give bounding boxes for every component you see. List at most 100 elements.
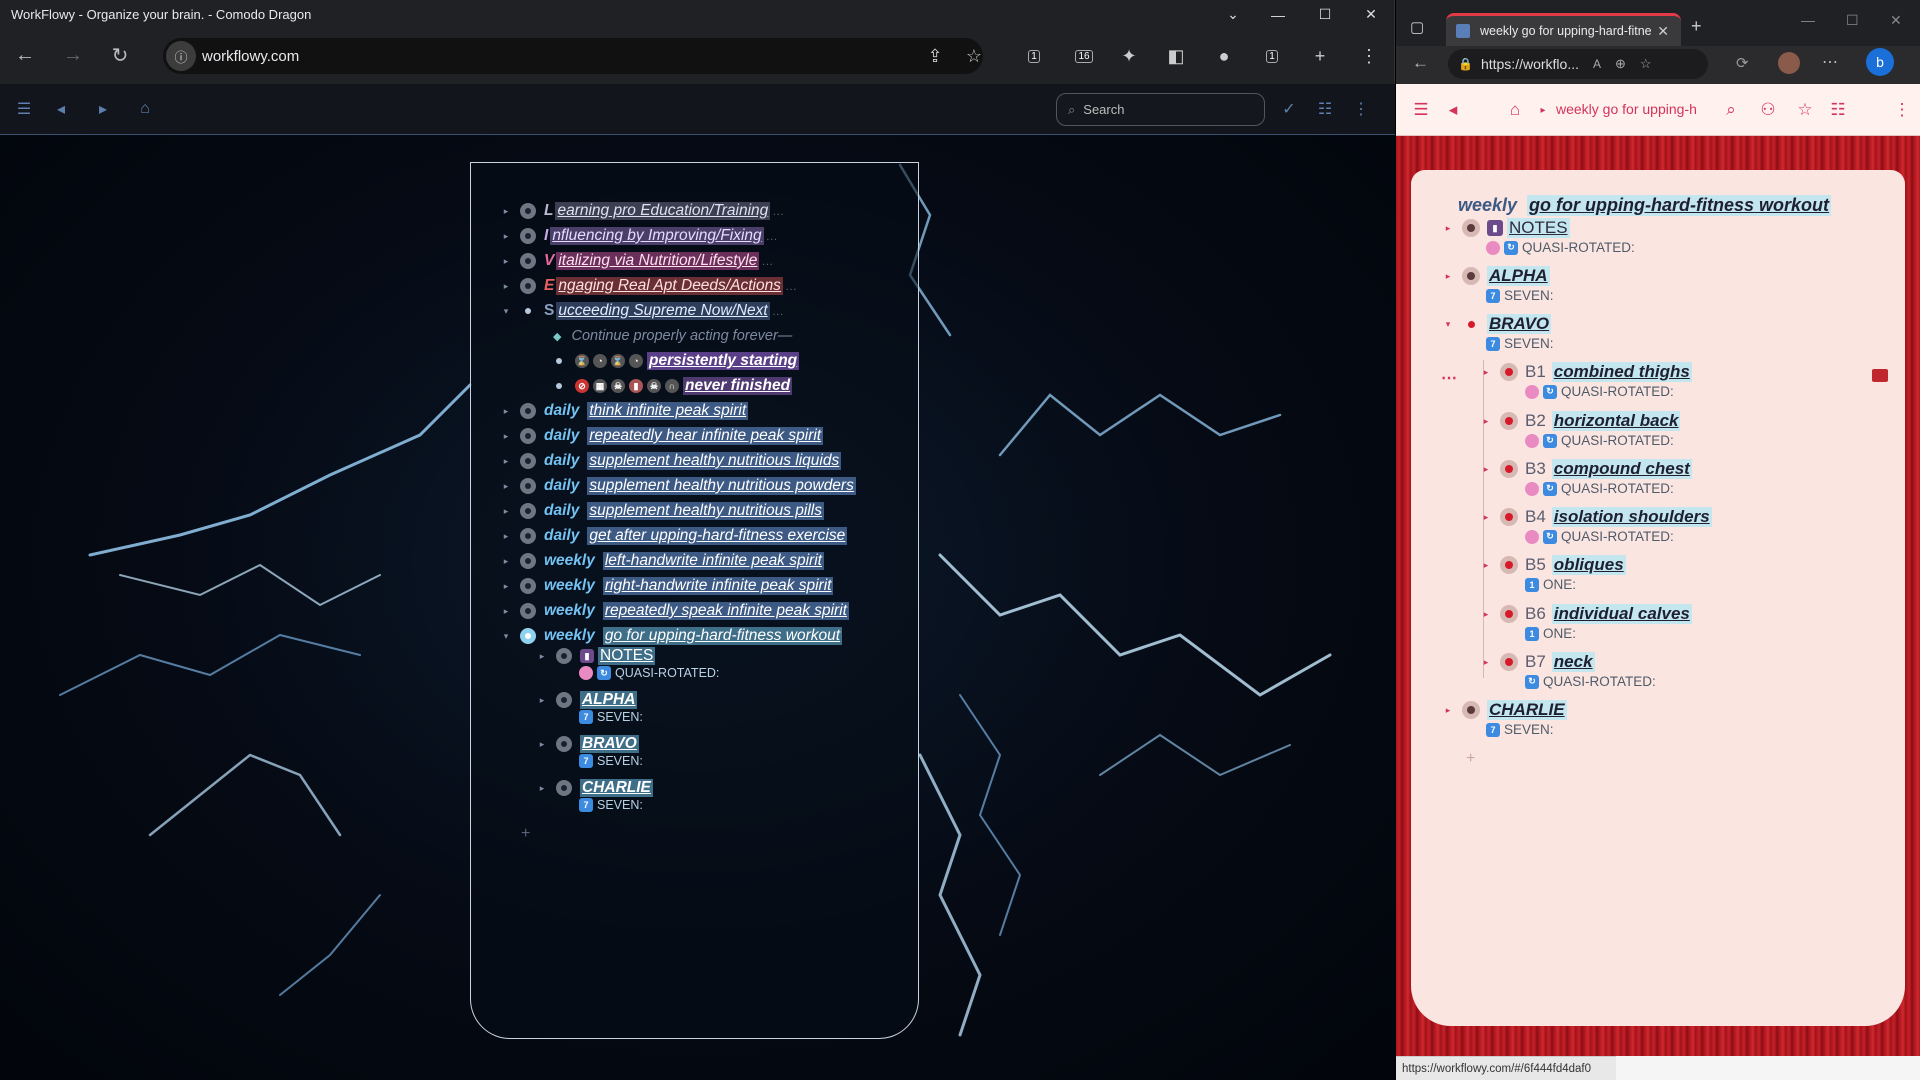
habit-text[interactable]: get after upping-hard-fitness exercise [587, 527, 848, 545]
hamburger-icon[interactable]: ☰ [13, 98, 35, 120]
item-label[interactable]: NOTES [1507, 218, 1570, 238]
expand-arrow-icon[interactable]: ▸ [1443, 271, 1453, 282]
child-label[interactable]: NOTES [598, 647, 656, 665]
expand-arrow-icon[interactable]: ▸ [501, 406, 511, 417]
active-tab[interactable]: weekly go for upping-hard-fitne ✕ [1446, 13, 1681, 46]
workout-child-bravo[interactable]: ▸ BRAVO [537, 733, 639, 755]
outline-item-s[interactable]: ▾ S ucceeding Supreme Now/Next … [501, 300, 784, 322]
item-name[interactable]: obliques [1551, 555, 1626, 575]
outline-item-alpha[interactable]: ▸ ALPHA [1443, 265, 1550, 287]
expand-arrow-icon[interactable]: ▸ [501, 531, 511, 542]
bravo-item[interactable]: ▸ B2 horizontal back [1481, 410, 1681, 432]
expand-arrow-icon[interactable]: ▸ [501, 431, 511, 442]
reload-icon[interactable]: ↻ [107, 42, 133, 68]
expand-arrow-icon[interactable]: ▸ [537, 651, 547, 662]
forward-icon[interactable]: → [60, 42, 86, 68]
bullet-icon[interactable] [520, 478, 536, 494]
avatar[interactable] [1778, 52, 1800, 74]
outline-item-persist[interactable]: ⌛ ◔ ⌛ ◔ persistently starting [551, 350, 800, 372]
item-name[interactable]: isolation shoulders [1551, 507, 1712, 527]
habit-item[interactable]: ▸ weekly repeatedly speak infinite peak … [501, 600, 849, 622]
bravo-item[interactable]: ▸ B1 combined thighs [1481, 361, 1692, 383]
add-item-button[interactable]: + [521, 823, 530, 845]
expand-arrow-icon[interactable]: ▸ [1481, 367, 1491, 378]
item-name[interactable]: individual calves [1551, 604, 1692, 624]
workout-child-charlie[interactable]: ▸ CHARLIE [537, 777, 653, 799]
expand-arrow-icon[interactable]: ▸ [537, 783, 547, 794]
bullet-icon[interactable] [520, 578, 536, 594]
puzzle-icon[interactable]: ✦ [1117, 44, 1141, 68]
bullet-icon[interactable] [1500, 556, 1518, 574]
maximize-icon[interactable]: ☐ [1302, 0, 1348, 29]
star-icon[interactable]: ☆ [962, 44, 986, 68]
list-icon[interactable]: ☷ [1314, 98, 1336, 120]
bullet-icon[interactable] [1500, 412, 1518, 430]
expand-arrow-icon[interactable]: ▸ [501, 456, 511, 467]
close-tab-icon[interactable]: ✕ [1657, 23, 1669, 40]
bullet-icon[interactable] [520, 228, 536, 244]
expand-arrow-icon[interactable]: ▸ [537, 695, 547, 706]
item-text[interactable]: ucceeding Supreme Now/Next [556, 302, 770, 320]
habit-item[interactable]: ▸ daily supplement healthy nutritious pi… [501, 500, 824, 522]
prev-icon[interactable]: ◂ [50, 98, 72, 120]
read-aloud-icon[interactable]: A [1593, 57, 1601, 71]
bullet-icon[interactable] [1462, 315, 1480, 333]
expand-arrow-icon[interactable]: ▸ [1481, 609, 1491, 620]
bullet-icon[interactable] [1500, 605, 1518, 623]
extension-s-icon[interactable]: 1 [1022, 44, 1046, 68]
bullet-icon[interactable] [1500, 653, 1518, 671]
comment-icon[interactable] [1872, 369, 1888, 382]
bullet-icon[interactable] [556, 736, 572, 752]
outline-item-v[interactable]: ▸ V italizing via Nutrition/Lifestyle … [501, 250, 773, 272]
expand-arrow-icon[interactable]: ▸ [1481, 416, 1491, 427]
maximize-icon[interactable]: ☐ [1846, 12, 1859, 29]
expand-arrow-icon[interactable]: ▸ [501, 556, 511, 567]
item-text[interactable]: nfluencing by Improving/Fixing [550, 227, 764, 245]
bullet-icon[interactable] [520, 428, 536, 444]
outline-item-never[interactable]: ⊘ ▦ ☠ ▮ ☠ ∩ never finished [551, 375, 793, 397]
expand-arrow-icon[interactable]: ▸ [501, 506, 511, 517]
item-label[interactable]: BRAVO [1487, 314, 1552, 334]
more-icon[interactable]: ⋮ [1891, 99, 1913, 121]
habit-item-workout[interactable]: ▾ weekly go for upping-hard-fitness work… [501, 625, 843, 647]
child-label[interactable]: ALPHA [580, 691, 638, 709]
item-text[interactable]: italizing via Nutrition/Lifestyle [556, 252, 760, 270]
collapse-arrow-icon[interactable]: ▾ [501, 631, 511, 642]
bullet-icon[interactable] [520, 453, 536, 469]
expand-arrow-icon[interactable]: ▸ [1443, 705, 1453, 716]
bravo-item[interactable]: ▸ B6 individual calves [1481, 603, 1692, 625]
prev-icon[interactable]: ◂ [1442, 99, 1464, 121]
habit-text[interactable]: right-handwrite infinite peak spirit [602, 577, 834, 595]
row-menu-icon[interactable]: ⋯ [1441, 368, 1457, 388]
bullet-icon[interactable] [1500, 508, 1518, 526]
habit-item[interactable]: ▸ daily think infinite peak spirit [501, 400, 749, 422]
info-icon[interactable]: ⓘ [166, 41, 196, 71]
item-label[interactable]: CHARLIE [1487, 700, 1567, 720]
breadcrumb[interactable]: weekly go for upping-h [1556, 101, 1697, 117]
sidepanel-icon[interactable]: ◧ [1164, 44, 1188, 68]
collapse-arrow-icon[interactable]: ▾ [1443, 319, 1453, 330]
item-text[interactable]: Continue properly acting forever— [571, 328, 792, 344]
item-name[interactable]: neck [1551, 652, 1595, 672]
bullet-icon[interactable] [1500, 363, 1518, 381]
extension-grid-icon[interactable]: 16 [1072, 44, 1096, 68]
workout-child-notes[interactable]: ▸ ▮ NOTES [537, 645, 656, 667]
habit-text[interactable]: supplement healthy nutritious liquids [587, 452, 842, 470]
outline-item-i[interactable]: ▸ I nfluencing by Improving/Fixing … [501, 225, 778, 247]
habit-text[interactable]: repeatedly hear infinite peak spirit [587, 427, 824, 445]
expand-arrow-icon[interactable]: ▸ [501, 231, 511, 242]
close-icon[interactable]: ✕ [1348, 0, 1394, 29]
bullet-icon[interactable] [520, 528, 536, 544]
habit-item[interactable]: ▸ daily supplement healthy nutritious li… [501, 450, 842, 472]
habit-item[interactable]: ▸ daily repeatedly hear infinite peak sp… [501, 425, 824, 447]
minimize-icon[interactable]: — [1255, 0, 1301, 29]
outline-item-continue[interactable]: ◆ Continue properly acting forever— [553, 325, 792, 347]
habit-text[interactable]: left-handwrite infinite peak spirit [602, 552, 824, 570]
favorite-icon[interactable]: ☆ [1640, 56, 1652, 72]
item-text[interactable]: ngaging Real Apt Deeds/Actions [556, 277, 783, 295]
heading-text[interactable]: go for upping-hard-fitness workout [1527, 194, 1832, 216]
expand-arrow-icon[interactable]: ▸ [501, 281, 511, 292]
chevron-down-icon[interactable]: ⌄ [1210, 0, 1256, 29]
expand-arrow-icon[interactable]: ▸ [1481, 512, 1491, 523]
expand-arrow-icon[interactable]: ▸ [1481, 464, 1491, 475]
